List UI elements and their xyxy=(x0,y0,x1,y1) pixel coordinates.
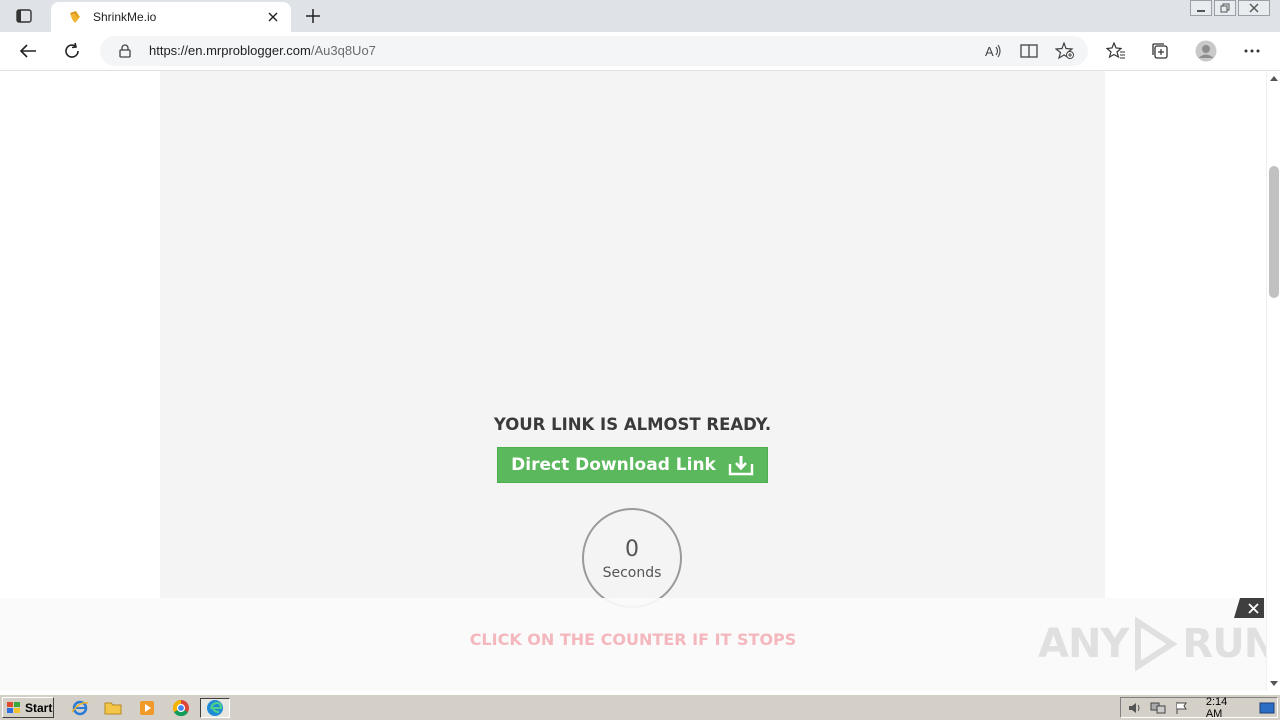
tab-close-button[interactable] xyxy=(263,7,283,27)
favorites-icon xyxy=(1106,42,1125,59)
browser-title-bar: ShrinkMe.io xyxy=(0,0,1280,32)
windows-taskbar: Start 2:14 AM xyxy=(0,694,1280,720)
volume-icon[interactable] xyxy=(1125,700,1145,716)
chrome-icon xyxy=(172,699,189,717)
start-label: Start xyxy=(25,700,53,715)
read-aloud-button[interactable]: A xyxy=(982,41,1004,61)
network-icon[interactable] xyxy=(1149,700,1169,716)
taskbar-ie[interactable] xyxy=(69,698,91,718)
page-scrollbar[interactable] xyxy=(1266,71,1280,691)
tab-title: ShrinkMe.io xyxy=(93,10,157,24)
favorites-button[interactable] xyxy=(1101,37,1131,65)
scroll-thumb[interactable] xyxy=(1269,166,1279,298)
collections-icon xyxy=(1152,43,1168,59)
scroll-down-button[interactable] xyxy=(1267,677,1280,691)
show-desktop-icon[interactable] xyxy=(1257,700,1277,716)
collections-button[interactable] xyxy=(1145,37,1175,65)
page-viewport: YOUR LINK IS ALMOST READY. Direct Downlo… xyxy=(0,71,1266,691)
lock-icon[interactable] xyxy=(117,43,133,59)
back-button[interactable] xyxy=(13,37,43,65)
read-aloud-icon: A xyxy=(985,44,1001,59)
system-tray: 2:14 AM xyxy=(1120,696,1278,720)
close-icon xyxy=(1248,602,1259,614)
address-bar[interactable]: https://en.mrproblogger.com/Au3q8Uo7 A xyxy=(100,36,1088,66)
taskbar-explorer[interactable] xyxy=(102,698,124,718)
avatar-icon xyxy=(1195,40,1217,62)
action-center-flag-icon[interactable] xyxy=(1172,700,1192,716)
internet-explorer-icon xyxy=(71,700,89,716)
url-path: /Au3q8Uo7 xyxy=(310,43,376,58)
screen: ShrinkMe.io https://en.mrproblogger.com/… xyxy=(0,0,1280,720)
more-icon xyxy=(1244,49,1260,53)
bottom-sticky-overlay: CLICK ON THE COUNTER IF IT STOPS ANY RUN xyxy=(0,598,1266,691)
countdown-value: 0 xyxy=(625,537,639,562)
url-host: https://en.mrproblogger.com xyxy=(149,43,311,58)
taskbar-media-player[interactable] xyxy=(136,698,158,718)
link-ready-heading: YOUR LINK IS ALMOST READY. xyxy=(493,415,772,434)
media-player-icon xyxy=(140,701,154,715)
edge-icon xyxy=(207,700,223,716)
overlay-close-button[interactable] xyxy=(1234,598,1264,618)
scroll-up-button[interactable] xyxy=(1267,71,1280,85)
triangle-down-icon xyxy=(1270,681,1278,686)
triangle-up-icon xyxy=(1270,76,1278,81)
settings-more-button[interactable] xyxy=(1237,37,1267,65)
immersive-reader-icon xyxy=(1020,44,1038,58)
countdown-counter[interactable]: 0 Seconds xyxy=(582,508,682,608)
plus-icon xyxy=(306,9,320,23)
back-arrow-icon xyxy=(19,44,36,58)
browser-tab-active[interactable]: ShrinkMe.io xyxy=(51,2,291,32)
anyrun-watermark: ANY RUN xyxy=(1038,616,1266,672)
countdown-unit-label: Seconds xyxy=(602,565,662,581)
close-icon xyxy=(268,12,278,22)
start-button[interactable]: Start xyxy=(2,697,54,718)
browser-toolbar: https://en.mrproblogger.com/Au3q8Uo7 A xyxy=(0,32,1280,71)
windows-logo-icon xyxy=(7,701,20,713)
watermark-text-right: RUN xyxy=(1182,621,1266,667)
system-clock[interactable]: 2:14 AM xyxy=(1206,696,1246,720)
url-text[interactable]: https://en.mrproblogger.com/Au3q8Uo7 xyxy=(149,43,376,58)
tab-actions-button[interactable] xyxy=(10,6,38,26)
close-icon xyxy=(1249,3,1259,13)
watermark-text-left: ANY xyxy=(1038,621,1129,667)
minimize-button[interactable] xyxy=(1190,0,1212,16)
taskbar-chrome[interactable] xyxy=(170,698,192,718)
window-controls xyxy=(1190,0,1270,18)
folder-icon xyxy=(104,702,122,715)
add-favorite-button[interactable] xyxy=(1054,41,1076,61)
taskbar-edge-active[interactable] xyxy=(200,698,230,718)
download-icon xyxy=(728,456,754,476)
restore-button[interactable] xyxy=(1214,0,1236,16)
star-add-icon xyxy=(1055,42,1074,60)
download-button-label: Direct Download Link xyxy=(511,455,716,475)
svg-text:A: A xyxy=(985,44,994,59)
direct-download-button[interactable]: Direct Download Link xyxy=(497,447,768,483)
refresh-icon xyxy=(65,42,79,58)
restore-icon xyxy=(1220,3,1230,13)
profile-button[interactable] xyxy=(1191,37,1221,65)
tab-actions-icon xyxy=(16,9,32,23)
shrinkme-favicon-icon xyxy=(67,9,83,25)
immersive-reader-button[interactable] xyxy=(1018,41,1040,61)
play-logo-icon xyxy=(1135,616,1178,672)
minimize-icon xyxy=(1197,10,1205,12)
new-tab-button[interactable] xyxy=(302,5,324,27)
refresh-button[interactable] xyxy=(57,37,87,65)
window-close-button[interactable] xyxy=(1238,0,1270,16)
